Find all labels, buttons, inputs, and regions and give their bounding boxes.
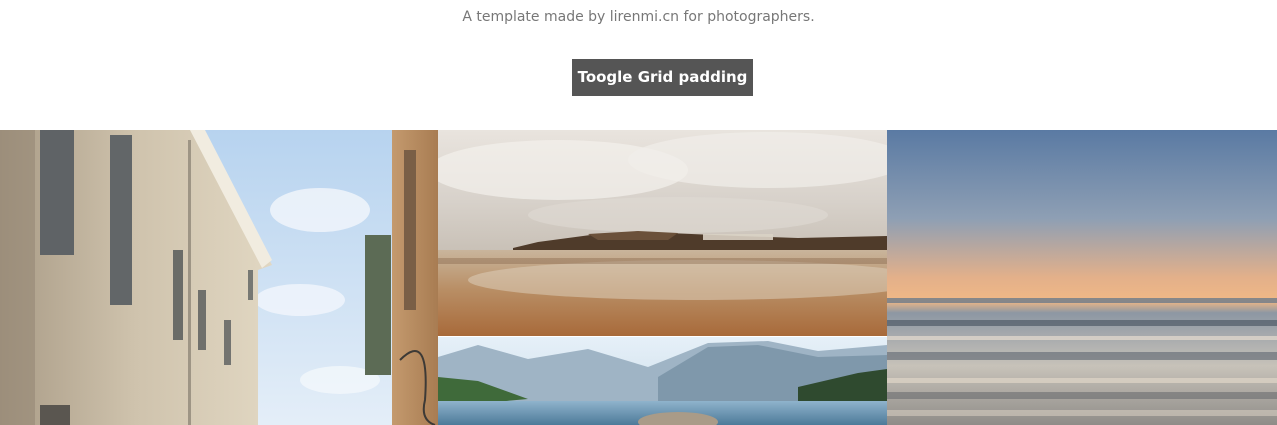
gallery-photo-sunset[interactable] [887,130,1277,425]
sunset-sea-photo [887,130,1277,425]
beach-coast-photo [438,130,887,336]
street-building-photo [0,130,438,425]
gallery-photo-beach[interactable] [438,130,887,336]
gallery-photo-street[interactable] [0,130,438,425]
gallery-photo-lake[interactable] [438,337,887,425]
toggle-grid-padding-button[interactable]: Toogle Grid padding [572,59,753,96]
page: A template made by lirenmi.cn for photog… [0,0,1277,425]
mountain-lake-photo [438,337,887,425]
page-tagline: A template made by lirenmi.cn for photog… [462,9,815,25]
